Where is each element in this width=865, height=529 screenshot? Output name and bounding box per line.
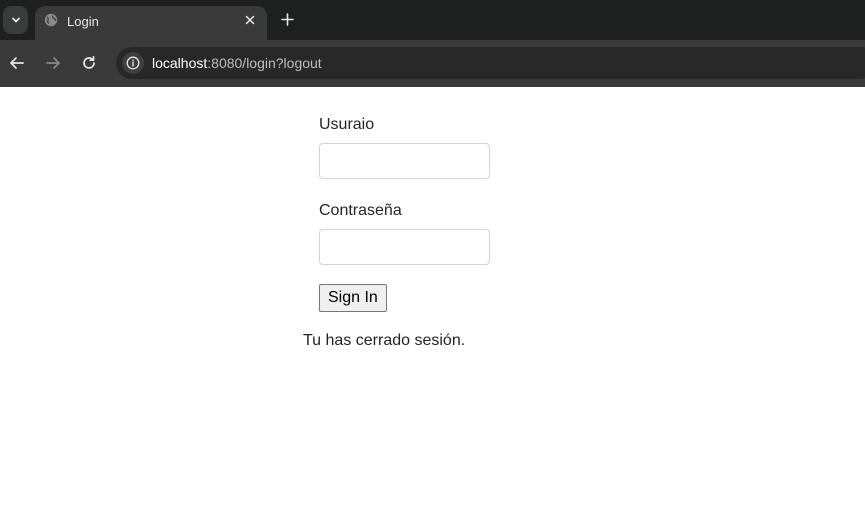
- url-text: localhost:8080/login?logout: [152, 55, 322, 71]
- password-label: Contraseña: [319, 202, 402, 219]
- forward-button[interactable]: [43, 53, 63, 73]
- site-info-button[interactable]: [122, 52, 144, 74]
- tab-title: Login: [67, 14, 99, 29]
- new-tab-button[interactable]: [278, 10, 296, 28]
- tab-login[interactable]: Login: [35, 6, 267, 40]
- sign-in-button[interactable]: Sign In: [319, 284, 387, 312]
- close-tab-button[interactable]: [242, 12, 258, 28]
- logout-message: Tu has cerrado sesión.: [303, 332, 466, 349]
- url-path: :8080/login?logout: [207, 55, 322, 71]
- chevron-down-icon: [11, 17, 20, 23]
- password-input[interactable]: [319, 229, 490, 265]
- reload-button[interactable]: [79, 53, 99, 73]
- browser-tab-strip: Login: [0, 0, 865, 40]
- address-bar[interactable]: localhost:8080/login?logout: [116, 47, 865, 79]
- reload-icon: [83, 55, 95, 69]
- arrow-right-icon: [46, 57, 60, 69]
- username-input[interactable]: [319, 143, 490, 179]
- back-button[interactable]: [7, 53, 27, 73]
- globe-icon: [44, 13, 58, 27]
- plus-icon: [280, 12, 294, 26]
- page-content: Usuraio Contraseña Sign In Tu has cerrad…: [0, 87, 865, 529]
- close-icon: [245, 15, 255, 25]
- url-host: localhost: [152, 55, 208, 71]
- username-label: Usuraio: [319, 116, 375, 133]
- info-icon: [126, 56, 140, 70]
- tab-search-button[interactable]: [3, 6, 28, 34]
- arrow-left-icon: [10, 57, 24, 69]
- browser-toolbar: localhost:8080/login?logout: [0, 40, 865, 87]
